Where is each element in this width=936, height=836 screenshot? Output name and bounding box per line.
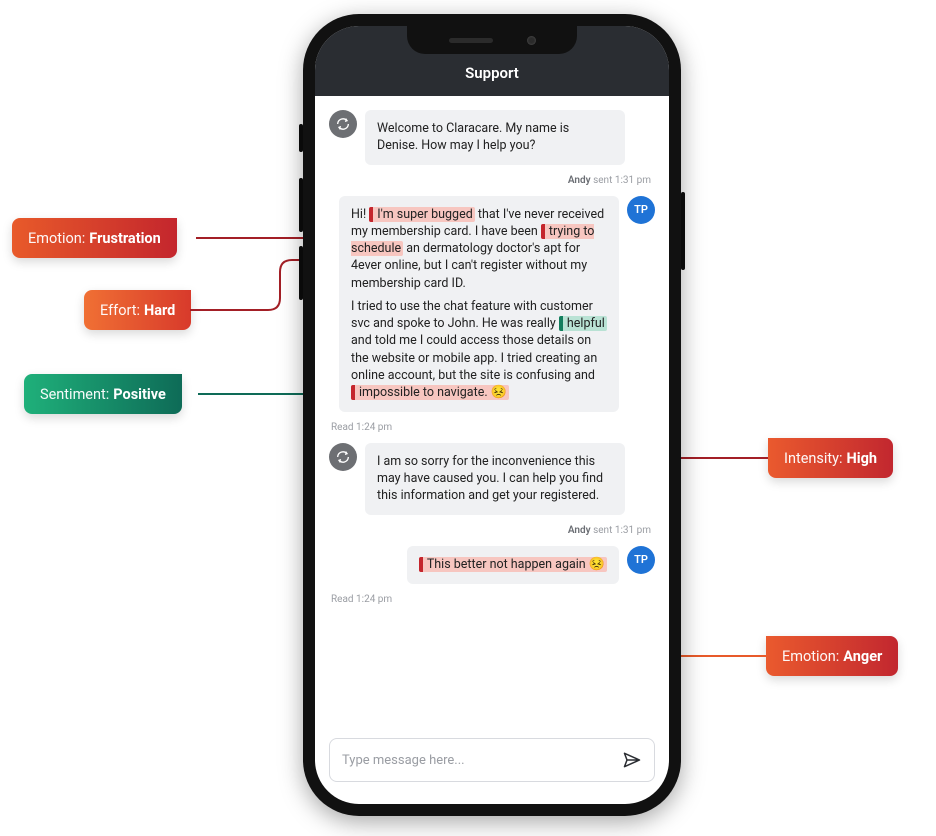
annotation-emotion-anger: Emotion: Anger [766, 636, 898, 676]
message-agent: I am so sorry for the inconvenience this… [329, 443, 655, 515]
message-meta: Read 1:24 pm [329, 594, 655, 605]
speaker [449, 38, 493, 43]
tag-label: Effort: [100, 302, 140, 319]
send-icon [622, 750, 642, 770]
emoji-icon: 😣 [491, 385, 507, 400]
meta-name: Andy [568, 525, 591, 536]
tag-value: Frustration [89, 230, 160, 247]
meta-time: 1:31 pm [615, 525, 651, 536]
tag-value: High [847, 450, 877, 467]
message-bubble: This better not happen again 😣 [407, 546, 619, 584]
highlight-anger: This better not happen again 😣 [419, 557, 607, 572]
send-button[interactable] [622, 750, 642, 770]
highlight-positive: helpful [559, 316, 607, 331]
chat-title: Support [465, 64, 519, 82]
tag-label: Intensity: [784, 450, 843, 467]
meta-time: 1:24 pm [356, 594, 392, 605]
message-bubble: Hi! I'm super bugged that I've never rec… [339, 196, 619, 412]
text: This better not happen again [427, 557, 589, 572]
annotation-effort-hard: Effort: Hard [84, 290, 191, 330]
highlight-frustration: I'm super bugged [369, 207, 474, 222]
message-user: Hi! I'm super bugged that I've never rec… [329, 196, 655, 412]
text: I tried to use the chat feature with cus… [351, 299, 593, 331]
meta-time: 1:24 pm [356, 422, 392, 433]
phone-screen: Support Welcome to Claracare. My name is… [315, 26, 669, 804]
meta-status: Read [331, 422, 354, 433]
text: impossible to navigate. [359, 385, 488, 400]
side-button [299, 246, 303, 300]
tag-value: Hard [144, 302, 175, 319]
refresh-icon [335, 116, 351, 132]
side-button [681, 192, 685, 270]
side-button [299, 178, 303, 232]
message-meta: Andy sent 1:31 pm [329, 175, 655, 186]
chat-scroll[interactable]: Welcome to Claracare. My name is Denise.… [315, 96, 669, 728]
side-button [299, 124, 303, 152]
message-user: This better not happen again 😣 TP [329, 546, 655, 584]
text: and told me I could access those details… [351, 333, 597, 383]
agent-avatar [329, 110, 357, 138]
meta-name: Andy [568, 175, 591, 186]
phone-notch [407, 26, 577, 54]
message-agent: Welcome to Claracare. My name is Denise.… [329, 110, 655, 165]
meta-status: Read [331, 594, 354, 605]
user-avatar: TP [627, 196, 655, 224]
annotation-sentiment-positive: Sentiment: Positive [24, 374, 182, 414]
tag-label: Emotion: [782, 648, 839, 665]
meta-time: 1:31 pm [615, 175, 651, 186]
text: Hi! [351, 207, 369, 222]
tag-label: Emotion: [28, 230, 85, 247]
highlight-intensity: impossible to navigate. 😣 [351, 385, 509, 400]
tag-label: Sentiment: [40, 386, 109, 403]
annotation-intensity-high: Intensity: High [768, 438, 893, 478]
input-placeholder: Type message here... [342, 753, 465, 768]
agent-avatar [329, 443, 357, 471]
message-bubble: Welcome to Claracare. My name is Denise.… [365, 110, 625, 165]
phone-frame: Support Welcome to Claracare. My name is… [303, 14, 681, 816]
annotation-emotion-frustration: Emotion: Frustration [12, 218, 177, 258]
tag-value: Anger [843, 648, 882, 665]
input-area: Type message here... [315, 728, 669, 804]
camera [527, 36, 536, 45]
message-meta: Andy sent 1:31 pm [329, 525, 655, 536]
meta-status: sent [593, 175, 612, 186]
meta-status: sent [593, 525, 612, 536]
message-input[interactable]: Type message here... [329, 738, 655, 782]
message-bubble: I am so sorry for the inconvenience this… [365, 443, 625, 515]
refresh-icon [335, 449, 351, 465]
tag-value: Positive [113, 386, 166, 403]
emoji-icon: 😣 [589, 557, 605, 572]
user-avatar: TP [627, 546, 655, 574]
message-meta: Read 1:24 pm [329, 422, 655, 433]
